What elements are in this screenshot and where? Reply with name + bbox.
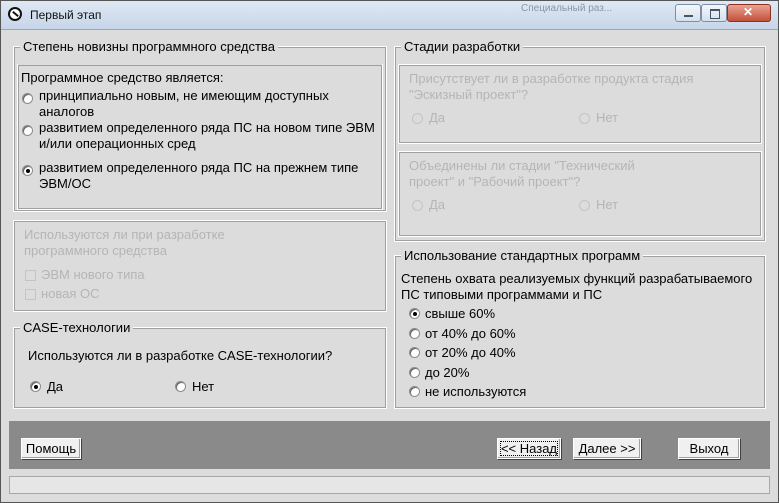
std-option-3-radio[interactable] [409,367,420,378]
stage-draft-no-radio[interactable] [579,113,590,124]
novelty-option-0-label[interactable]: принципиально новым, не имеющим доступны… [39,88,359,120]
stage-merge-no-radio[interactable] [579,200,590,211]
maximize-button[interactable] [701,4,727,22]
std-option-1-label[interactable]: от 40% до 60% [425,326,516,341]
new-os-label[interactable]: новая ОС [41,286,100,301]
stage-draft-yes-label[interactable]: Да [429,110,445,125]
novelty-group: Степень новизны программного средства Пр… [13,39,387,212]
std-option-0-label[interactable]: свыше 60% [425,306,495,321]
back-button[interactable]: << Назад [497,438,561,459]
window-title: Первый этап [30,8,102,22]
stage-draft-no-label[interactable]: Нет [596,110,618,125]
exit-button[interactable]: Выход [678,438,740,459]
std-option-2-radio[interactable] [409,347,420,358]
std-programs-legend: Использование стандартных программ [401,248,644,263]
button-bar [9,421,770,469]
status-bar [9,476,770,494]
case-yes-radio[interactable] [30,381,41,392]
std-option-3-label[interactable]: до 20% [425,365,469,380]
new-computer-checkbox[interactable] [25,270,36,281]
close-button[interactable] [727,4,771,22]
stages-legend: Стадии разработки [401,39,524,54]
stage-draft-question: Присутствует ли в разработке продукта ст… [409,71,694,102]
case-no-radio[interactable] [175,381,186,392]
background-window-text: Специальный раз... [521,3,613,14]
main-window: Первый этап Специальный раз... Степень н… [0,0,779,503]
case-question: Используются ли в разработке CASE-технол… [28,348,333,363]
minimize-button[interactable] [675,4,701,22]
stage-merge-no-label[interactable]: Нет [596,197,618,212]
std-programs-group: Использование стандартных программ Степе… [394,248,766,409]
new-platform-group: Используются ли при разработке программн… [13,220,387,312]
help-button[interactable]: Помощь [21,438,81,459]
case-no-label[interactable]: Нет [192,379,214,394]
stage-merge-group: Объединены ли стадии "Технический проект… [398,151,762,237]
title-bar[interactable]: Первый этап Специальный раз... [1,1,778,30]
stage-draft-yes-radio[interactable] [412,113,423,124]
case-yes-label[interactable]: Да [47,379,63,394]
dialog-client-area: Степень новизны программного средства Пр… [9,30,770,496]
novelty-question: Программное средство является: [21,70,224,85]
novelty-legend: Степень новизны программного средства [20,39,278,54]
std-option-1-radio[interactable] [409,328,420,339]
std-programs-question: Степень охвата реализуемых функций разра… [401,271,753,302]
std-option-4-label[interactable]: не используются [425,384,526,399]
stages-group: Стадии разработки Присутствует ли в разр… [394,39,766,242]
stage-merge-yes-radio[interactable] [412,200,423,211]
next-button[interactable]: Далее >> [573,438,641,459]
novelty-inner-group: Программное средство является: принципиа… [17,64,383,210]
novelty-option-1-label[interactable]: развитием определенного ряда ПС на новом… [39,120,379,152]
app-icon [8,7,22,21]
novelty-option-1-radio[interactable] [22,125,33,136]
new-os-checkbox[interactable] [25,289,36,300]
case-legend: CASE-технологии [20,320,134,335]
new-platform-question: Используются ли при разработке программн… [24,227,225,258]
novelty-option-2-radio[interactable] [22,165,33,176]
stage-draft-group: Присутствует ли в разработке продукта ст… [398,64,762,144]
novelty-option-2-label[interactable]: развитием определенного ряда ПС на прежн… [39,160,379,192]
std-option-2-label[interactable]: от 20% до 40% [425,345,516,360]
stage-merge-question: Объединены ли стадии "Технический проект… [409,158,635,189]
std-option-0-radio[interactable] [409,308,420,319]
stage-merge-yes-label[interactable]: Да [429,197,445,212]
new-computer-label[interactable]: ЭВМ нового типа [41,267,145,282]
novelty-option-0-radio[interactable] [22,93,33,104]
case-group: CASE-технологии Используются ли в разраб… [13,320,387,409]
std-option-4-radio[interactable] [409,386,420,397]
